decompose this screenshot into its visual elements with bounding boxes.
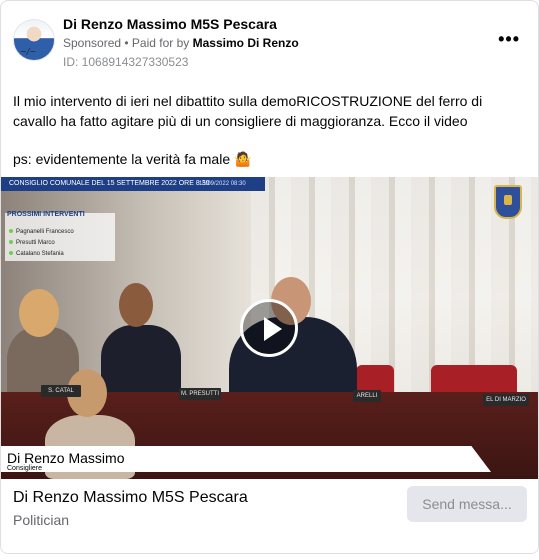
video-topbar: CONSIGLIO COMUNALE DEL 15 SETTEMBRE 2022…: [1, 177, 265, 191]
prossimi-item: Pagnanelli Francesco: [9, 227, 74, 238]
send-message-button[interactable]: Send messa...: [407, 486, 527, 522]
post-paragraph-2: ps: evidentemente la verità fa male 🤷: [13, 151, 252, 167]
signature-icon: ~/~: [20, 47, 37, 56]
ad-id: ID: 1068914327330523: [63, 55, 189, 69]
prossimi-item-label: Pagnanelli Francesco: [16, 229, 74, 235]
page-avatar[interactable]: ~/~: [13, 19, 55, 61]
bullet-icon: [9, 240, 13, 245]
video-player[interactable]: S. CATAL M. PRESUTTI ARELLI EL DI MARZIO…: [1, 177, 538, 479]
nameplate: ARELLI: [353, 390, 381, 402]
prossimi-item-label: Presutti Marco: [16, 240, 55, 246]
nameplate: S. CATAL: [41, 385, 81, 397]
bullet-icon: [9, 229, 13, 234]
sponsored-meta: Sponsored • Paid for by Massimo Di Renzo: [63, 36, 299, 50]
post-paragraph-1: Il mio intervento di ieri nel dibattito …: [13, 93, 483, 129]
prossimi-item: Presutti Marco: [9, 238, 74, 249]
bullet-icon: [9, 251, 13, 256]
post-header: ~/~ Di Renzo Massimo M5S Pescara Sponsor…: [1, 1, 538, 73]
council-member-head: [119, 283, 153, 327]
prossimi-list: Pagnanelli Francesco Presutti Marco Cata…: [9, 227, 74, 260]
prossimi-panel: PROSSIMI INTERVENTI Pagnanelli Francesco…: [5, 211, 115, 261]
nameplate: EL DI MARZIO: [483, 394, 529, 406]
sponsored-label: Sponsored: [63, 36, 122, 50]
paid-for-name: Massimo Di Renzo: [192, 36, 299, 50]
nameplate: M. PRESUTTI: [179, 388, 221, 400]
more-options-icon[interactable]: •••: [498, 29, 520, 50]
council-member-head: [19, 289, 59, 337]
ad-card: ~/~ Di Renzo Massimo M5S Pescara Sponsor…: [0, 0, 539, 554]
lower-third-name: Di Renzo Massimo: [7, 450, 125, 466]
prossimi-title: PROSSIMI INTERVENTI: [7, 211, 85, 218]
play-button-icon[interactable]: [240, 299, 298, 357]
footer-page-name[interactable]: Di Renzo Massimo M5S Pescara: [13, 489, 248, 507]
prossimi-item-label: Catalano Stefania: [16, 251, 64, 257]
lower-third-role: Consigliere: [7, 465, 43, 472]
ad-footer: Di Renzo Massimo M5S Pescara Politician …: [1, 479, 538, 553]
video-topbar-date: 15/09/2022 08:30: [199, 181, 246, 187]
video-topbar-tail: [257, 177, 265, 191]
prossimi-item: Catalano Stefania: [9, 249, 74, 260]
city-crest-icon: [494, 185, 522, 219]
video-topbar-title: CONSIGLIO COMUNALE DEL 15 SETTEMBRE 2022…: [9, 180, 210, 187]
page-name[interactable]: Di Renzo Massimo M5S Pescara: [63, 16, 277, 32]
paid-for-prefix: • Paid for by: [124, 36, 190, 50]
post-text: Il mio intervento di ieri nel dibattito …: [13, 91, 523, 187]
footer-category: Politician: [13, 512, 70, 528]
